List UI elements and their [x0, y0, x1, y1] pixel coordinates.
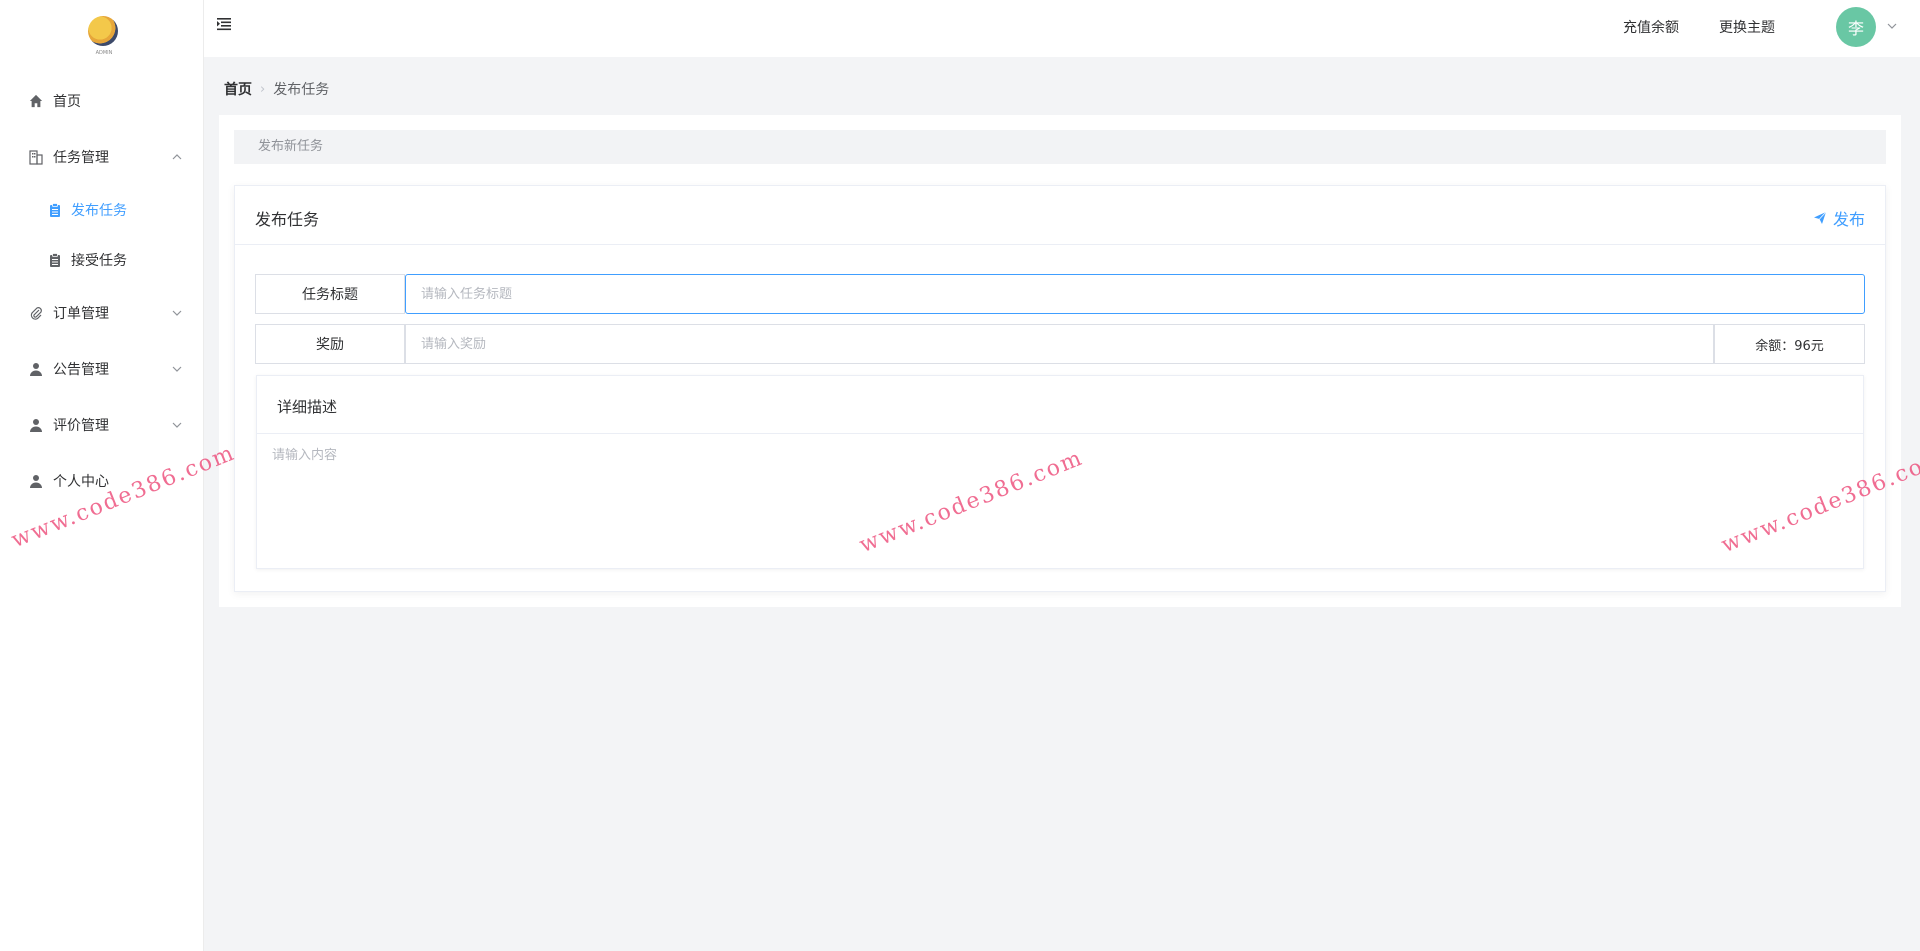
sidebar-item-publish-task[interactable]: 发布任务 — [0, 190, 204, 230]
sidebar-item-label: 发布任务 — [71, 203, 127, 219]
sidebar-item-label: 评价管理 — [53, 418, 109, 434]
user-icon — [28, 361, 44, 377]
sidebar-item-label: 任务管理 — [53, 150, 109, 166]
sidebar-item-task-management[interactable]: 任务管理 — [0, 137, 204, 177]
top-header: 充值余额 更换主题 李 — [204, 0, 1920, 57]
reward-label: 奖励 — [255, 324, 405, 364]
sidebar: ADMIN 首页 任务管理 发布任务 接受任务 订单管理 公告管理 评价管理 个… — [0, 0, 204, 951]
user-icon — [28, 417, 44, 433]
panel-title: 发布任务 — [255, 210, 320, 229]
send-icon — [1813, 211, 1827, 224]
balance-text: 余额：96元 — [1714, 324, 1865, 364]
clipboard-icon — [48, 253, 62, 267]
sidebar-item-label: 个人中心 — [53, 474, 109, 490]
description-editor: 详细描述 — [256, 375, 1864, 569]
sidebar-item-label: 公告管理 — [53, 362, 109, 378]
sidebar-item-label: 接受任务 — [71, 253, 127, 269]
sidebar-item-label: 首页 — [53, 94, 81, 110]
task-title-label: 任务标题 — [255, 274, 405, 314]
sidebar-item-announcement-management[interactable]: 公告管理 — [0, 349, 204, 389]
app-logo[interactable]: ADMIN — [88, 16, 120, 56]
avatar[interactable]: 李 — [1836, 7, 1876, 47]
logo-text: ADMIN — [95, 50, 113, 56]
panel-divider — [235, 244, 1885, 245]
section-title: 发布新任务 — [234, 130, 1886, 164]
chevron-down-icon[interactable] — [1886, 20, 1898, 32]
breadcrumb: 首页 › 发布任务 — [224, 79, 329, 99]
description-label: 详细描述 — [277, 398, 338, 416]
breadcrumb-home[interactable]: 首页 — [224, 79, 252, 99]
menu-toggle-icon[interactable] — [216, 16, 232, 32]
description-textarea[interactable] — [257, 434, 1863, 568]
user-icon — [28, 473, 44, 489]
task-title-input[interactable] — [405, 274, 1865, 314]
sidebar-item-home[interactable]: 首页 — [0, 81, 204, 121]
sidebar-item-order-management[interactable]: 订单管理 — [0, 293, 204, 333]
reward-input[interactable] — [405, 324, 1714, 364]
publish-button-label: 发布 — [1832, 210, 1865, 229]
sidebar-item-label: 订单管理 — [53, 306, 109, 322]
logo-icon — [88, 16, 118, 46]
chevron-up-icon — [172, 154, 182, 160]
breadcrumb-current: 发布任务 — [273, 82, 330, 98]
chevron-down-icon — [172, 422, 182, 428]
sidebar-item-review-management[interactable]: 评价管理 — [0, 405, 204, 445]
clipboard-icon — [48, 203, 62, 217]
home-icon — [28, 93, 44, 109]
sidebar-item-personal-center[interactable]: 个人中心 — [0, 461, 204, 501]
publish-button[interactable]: 发布 — [1813, 206, 1865, 230]
chevron-down-icon — [172, 310, 182, 316]
sidebar-item-accept-task[interactable]: 接受任务 — [0, 240, 204, 280]
change-theme-link[interactable]: 更换主题 — [1719, 17, 1775, 37]
chevron-down-icon — [172, 366, 182, 372]
paperclip-icon — [28, 305, 44, 321]
breadcrumb-separator-icon: › — [260, 81, 266, 97]
building-icon — [28, 149, 44, 165]
recharge-balance-link[interactable]: 充值余额 — [1623, 17, 1679, 37]
